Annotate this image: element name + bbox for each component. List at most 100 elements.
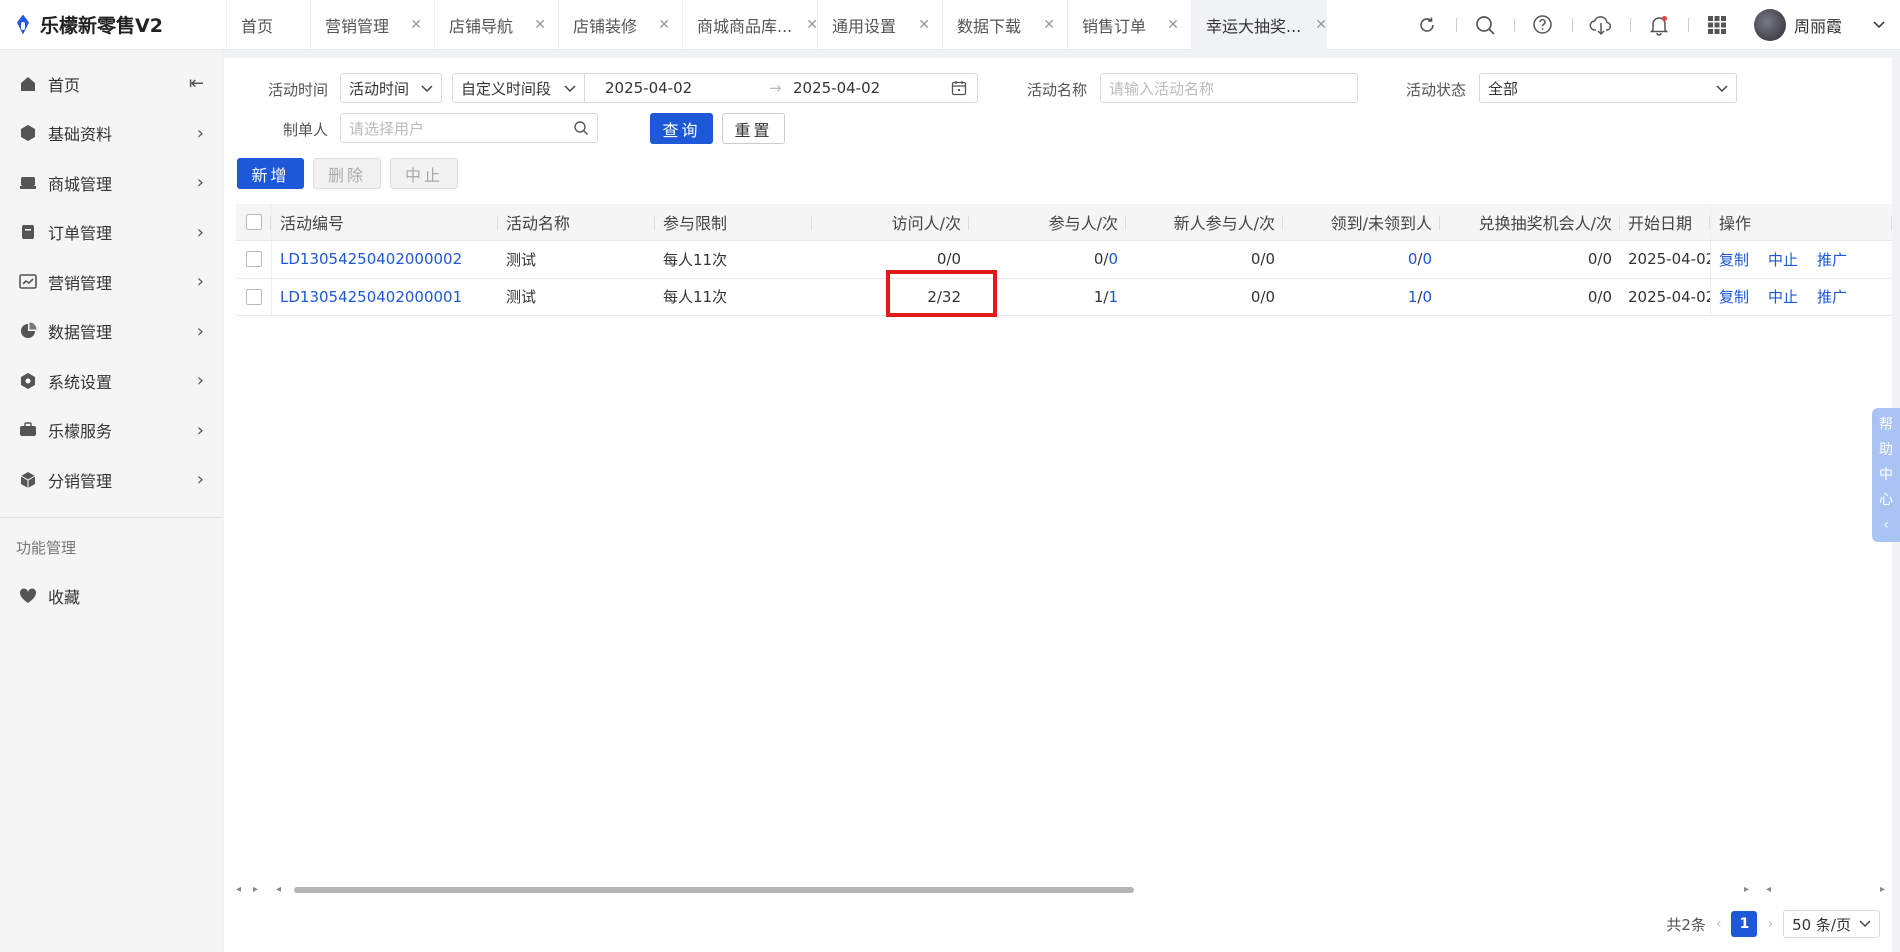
activity-id-link[interactable]: LD13054250402000002	[272, 241, 498, 278]
sidebar-item-label: 收藏	[48, 588, 81, 608]
search-icon[interactable]	[573, 120, 589, 136]
sidebar-item-label: 系统设置	[48, 372, 113, 392]
column-header[interactable]: 兑换抽奖机会人/次	[1440, 204, 1620, 240]
stop-activity-button[interactable]: 中止	[1768, 286, 1798, 307]
copy-button[interactable]: 复制	[1719, 286, 1749, 307]
table-row[interactable]: LD13054250402000002 测试 每人11次 0/0 0/0 0/0 0/0 0/…	[236, 241, 1892, 279]
horizontal-scrollbar[interactable]: ◂ ▸ ◂ ▸ ◂ ▸	[236, 882, 1892, 896]
close-icon[interactable]: ✕	[918, 17, 930, 33]
participant-times-link[interactable]: 0	[1108, 250, 1118, 268]
stop-button[interactable]: 中止	[390, 158, 458, 189]
tab-item[interactable]: 首页	[226, 0, 310, 50]
download-button[interactable]	[1571, 0, 1630, 50]
page-button-current[interactable]: 1	[1731, 911, 1758, 937]
sidebar-item-3[interactable]: 商城管理 ›	[0, 158, 222, 208]
promote-button[interactable]: 推广	[1817, 249, 1847, 270]
scroll-thumb[interactable]	[294, 887, 1134, 893]
scroll-left-arrow[interactable]: ◂	[236, 884, 241, 895]
range-type-select[interactable]: 自定义时间段	[452, 73, 584, 103]
column-header[interactable]: 参与限制	[655, 204, 812, 240]
sidebar-item-6[interactable]: 数据管理 ›	[0, 307, 222, 357]
tab-item[interactable]: 销售订单 ✕	[1067, 0, 1191, 50]
column-header[interactable]: 新人参与人/次	[1126, 204, 1283, 240]
sidebar-item-favorites[interactable]: 收藏	[0, 572, 222, 622]
delete-button[interactable]: 删除	[313, 158, 381, 189]
sidebar: 首页 ⇤ 基础资料 › 商城管理 › 订单管理 › 营销管理 › 数据管理 › 系统设置 › 乐檬服务 › 分销…	[0, 50, 222, 952]
copy-button[interactable]: 复制	[1719, 249, 1749, 270]
not-received-link[interactable]: 0	[1422, 250, 1432, 268]
tab-item[interactable]: 数据下载 ✕	[942, 0, 1067, 50]
help-center-char: 帮	[1879, 416, 1893, 433]
prev-page-button[interactable]: ‹	[1716, 916, 1722, 932]
apps-button[interactable]	[1687, 0, 1746, 50]
date-range-picker[interactable]: 2025-04-02 → 2025-04-02	[584, 73, 978, 103]
date-end[interactable]: 2025-04-02	[793, 79, 880, 97]
user-menu[interactable]: 周丽霞	[1746, 8, 1886, 41]
refresh-button[interactable]	[1398, 0, 1456, 50]
sidebar-item-2[interactable]: 基础资料 ›	[0, 109, 222, 159]
scroll-left-arrow[interactable]: ◂	[276, 884, 281, 895]
tab-item[interactable]: 营销管理 ✕	[310, 0, 434, 50]
sidebar-item-7[interactable]: 系统设置 ›	[0, 356, 222, 406]
next-page-button[interactable]: ›	[1767, 916, 1773, 932]
app-logo[interactable]: 乐檬新零售V2	[0, 0, 226, 50]
chevron-right-icon: ›	[196, 370, 204, 392]
row-checkbox[interactable]	[245, 288, 262, 305]
scroll-track[interactable]	[294, 887, 1738, 893]
sidebar-item-8[interactable]: 乐檬服务 ›	[0, 406, 222, 456]
time-type-select[interactable]: 活动时间	[340, 73, 442, 103]
close-icon[interactable]: ✕	[534, 17, 546, 33]
column-header[interactable]: 活动名称	[498, 204, 655, 240]
column-header[interactable]: 参与人/次	[969, 204, 1126, 240]
stop-activity-button[interactable]: 中止	[1768, 249, 1798, 270]
add-button[interactable]: 新增	[237, 158, 304, 189]
tab-item[interactable]: 店铺装修 ✕	[558, 0, 682, 50]
column-header[interactable]: 访问人/次	[812, 204, 969, 240]
query-button[interactable]: 查询	[650, 113, 713, 144]
help-center-tab[interactable]: 帮助中心 ‹	[1872, 408, 1900, 542]
close-icon[interactable]: ✕	[1043, 17, 1055, 33]
scroll-right-arrow[interactable]: ▸	[1744, 884, 1749, 895]
sidebar-item-1[interactable]: 首页 ⇤	[0, 59, 222, 109]
column-header[interactable]: 开始日期	[1620, 204, 1710, 240]
table-row[interactable]: LD13054250402000001 测试 每人11次 2/32 1/1 0/0 1/0 0…	[236, 278, 1892, 316]
column-header[interactable]: 领到/未领到人	[1283, 204, 1440, 240]
tab-item[interactable]: 通用设置 ✕	[817, 0, 942, 50]
creator-input[interactable]: 请选择用户	[340, 113, 598, 143]
close-icon[interactable]: ✕	[1315, 17, 1327, 33]
date-start[interactable]: 2025-04-02	[593, 79, 769, 97]
sidebar-item-9[interactable]: 分销管理 ›	[0, 455, 222, 505]
question-icon	[1533, 15, 1553, 34]
close-icon[interactable]: ✕	[410, 17, 422, 33]
select-all-checkbox[interactable]	[245, 214, 262, 230]
scroll-right-arrow[interactable]: ▸	[1880, 884, 1885, 895]
select-all-cell	[236, 204, 272, 240]
column-header[interactable]: 活动编号	[272, 204, 498, 240]
close-icon[interactable]: ✕	[1167, 17, 1179, 33]
activity-name-input[interactable]: 请输入活动名称	[1100, 73, 1358, 103]
tab-item[interactable]: 幸运大抽奖... ✕	[1191, 0, 1327, 50]
activity-id-link[interactable]: LD13054250402000001	[272, 279, 498, 316]
sidebar-item-5[interactable]: 营销管理 ›	[0, 257, 222, 307]
scroll-right-arrow[interactable]: ▸	[253, 884, 258, 895]
not-received-link[interactable]: 0	[1422, 288, 1432, 306]
participant-times-link[interactable]: 1	[1108, 288, 1118, 306]
activity-status-select[interactable]: 全部	[1479, 73, 1737, 103]
sidebar-item-4[interactable]: 订单管理 ›	[0, 208, 222, 258]
avatar	[1753, 8, 1786, 41]
scroll-left-arrow[interactable]: ◂	[1766, 884, 1771, 895]
tab-item[interactable]: 商城商品库... ✕	[682, 0, 818, 50]
page-size-select[interactable]: 50 条/页	[1783, 910, 1880, 938]
reset-button[interactable]: 重置	[722, 113, 785, 144]
notification-button[interactable]	[1629, 0, 1688, 50]
tab-item[interactable]: 店铺导航 ✕	[434, 0, 558, 50]
row-checkbox[interactable]	[245, 251, 262, 268]
help-button[interactable]	[1513, 0, 1572, 50]
search-button[interactable]	[1455, 0, 1514, 50]
close-icon[interactable]: ✕	[658, 17, 670, 33]
collapse-sidebar-icon[interactable]: ⇤	[189, 73, 204, 94]
calendar-icon[interactable]	[951, 80, 967, 96]
received-link[interactable]: 1	[1408, 288, 1418, 306]
promote-button[interactable]: 推广	[1817, 286, 1847, 307]
received-link[interactable]: 0	[1408, 250, 1418, 268]
